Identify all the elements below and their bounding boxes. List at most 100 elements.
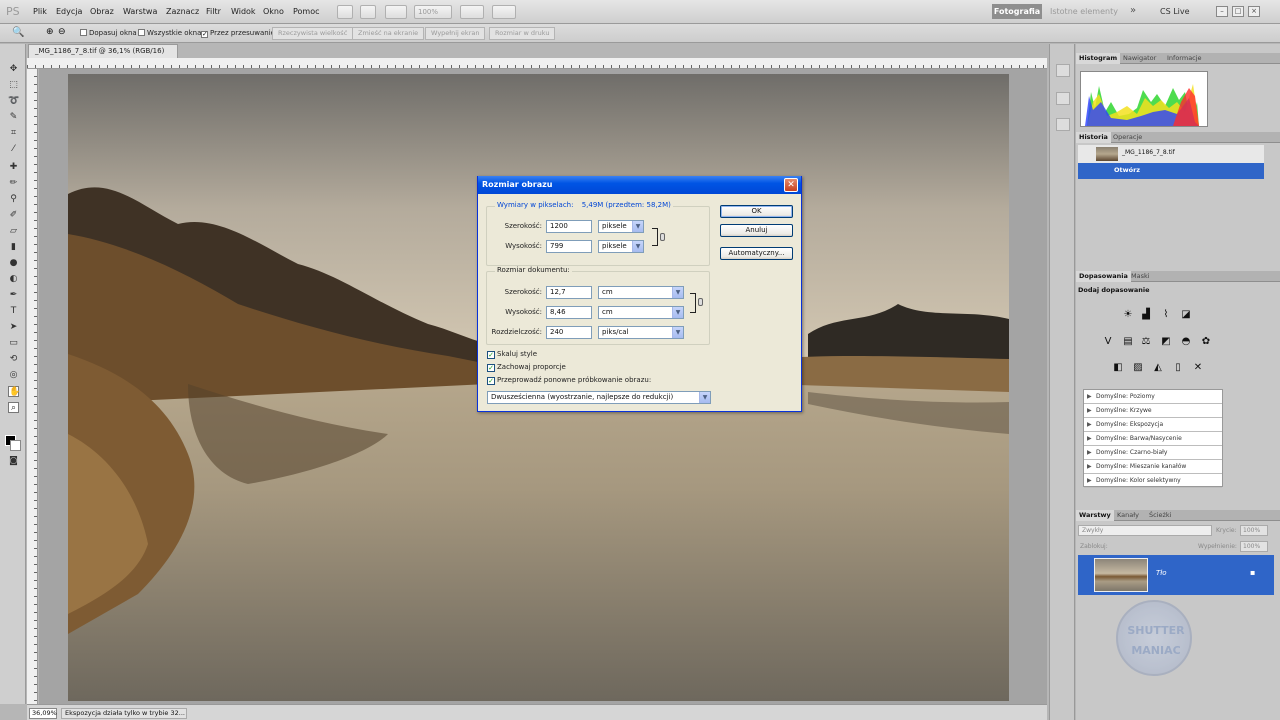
threshold-icon[interactable]: ◭ [1152,362,1164,374]
gradient-tool-icon[interactable]: ▮ [8,242,19,253]
ok-button[interactable]: OK [720,205,793,218]
minimize-icon[interactable]: – [1216,6,1228,17]
quick-select-icon[interactable]: ✎ [8,112,19,123]
quick-mask-icon[interactable]: ◙ [8,456,19,467]
scrubby-zoom-check[interactable]: ✓ Przez przesuwanie [201,29,275,38]
posterize-icon[interactable]: ▨ [1132,362,1144,374]
doc-height-input[interactable]: 8,46 [546,306,592,319]
3d-rotate-icon[interactable]: ⟲ [8,354,19,365]
all-windows-check[interactable]: Wszystkie okna [138,29,201,37]
brightness-icon[interactable]: ☀ [1122,309,1134,321]
tab-paths[interactable]: Ścieżki [1146,510,1175,521]
tab-masks[interactable]: Maski [1128,271,1153,282]
zoom-tool-box-icon[interactable]: ⌕ [8,402,19,413]
fill-field[interactable]: 100% [1240,541,1268,552]
preset-black-white[interactable]: ▶ Domyślne: Czarno-biały [1084,446,1222,460]
fill-screen-button[interactable]: Wypełnij ekran [425,27,486,40]
minibridge-button[interactable] [360,5,376,19]
resample-checkbox[interactable]: ✓ Przeprowadź ponowne próbkowanie obrazu: [487,376,651,385]
actual-pixels-button[interactable]: Rzeczywista wielkość [272,27,354,40]
tab-adjustments[interactable]: Dopasowania [1076,271,1131,282]
exposure-icon[interactable]: ◪ [1180,309,1192,321]
menu-help[interactable]: Pomoc [293,7,320,16]
tab-histogram[interactable]: Histogram [1076,53,1121,64]
type-tool-icon[interactable]: T [8,306,19,317]
invert-icon[interactable]: ◧ [1112,362,1124,374]
menu-window[interactable]: Okno [263,7,284,16]
levels-icon[interactable]: ▟ [1140,309,1152,321]
eyedropper-icon[interactable]: ⁄ [8,144,19,155]
blend-mode-select[interactable]: Zwykły [1078,525,1212,536]
doc-width-input[interactable]: 12,7 [546,286,592,299]
menu-file[interactable]: Plik [33,7,47,16]
dialog-close-icon[interactable]: ✕ [784,178,798,192]
doc-height-unit[interactable]: cm ▼ [598,306,684,319]
marquee-tool-icon[interactable]: ⬚ [8,80,19,91]
tab-layers[interactable]: Warstwy [1076,510,1114,521]
selective-color-icon[interactable]: ✕ [1192,362,1204,374]
opacity-field[interactable]: 100% [1240,525,1268,536]
preset-exposure[interactable]: ▶ Domyślne: Ekspozycja [1084,418,1222,432]
screen-mode-button[interactable] [492,5,516,19]
zoom-out-icon[interactable]: ⊖ [58,27,66,37]
print-size-button[interactable]: Rozmiar w druku [489,27,556,40]
zoom-in-icon[interactable]: ⊕ [46,27,54,37]
preset-levels[interactable]: ▶ Domyślne: Poziomy [1084,390,1222,404]
menu-image[interactable]: Obraz [90,7,114,16]
crop-tool-icon[interactable]: ⌗ [8,128,19,139]
bridge-button[interactable] [337,5,353,19]
cs-live-button[interactable]: CS Live [1160,7,1190,16]
move-tool-icon[interactable]: ✥ [8,64,19,75]
lasso-tool-icon[interactable]: ➰ [8,96,19,107]
tab-info[interactable]: Informacje [1164,53,1205,64]
hand-tool-icon[interactable]: ✋ [8,386,20,397]
tab-channels[interactable]: Kanały [1114,510,1142,521]
background-color-swatch[interactable] [10,440,21,451]
curves-icon[interactable]: ⌇ [1160,309,1172,321]
hue-sat-icon[interactable]: ▤ [1122,336,1134,348]
preset-channel-mixer[interactable]: ▶ Domyślne: Mieszanie kanałów [1084,460,1222,474]
history-step-open[interactable]: Otwórz [1078,163,1264,179]
constrain-proportions-checkbox[interactable]: ✓ Zachowaj proporcje [487,363,566,372]
view-extras-button[interactable] [385,5,407,19]
black-white-icon[interactable]: ◩ [1160,336,1172,348]
blur-tool-icon[interactable]: ● [8,258,19,269]
layer-background[interactable]: Tło ▪ [1078,555,1274,595]
workspace-essentials[interactable]: Istotne elementy [1050,7,1118,16]
gradient-map-icon[interactable]: ▯ [1172,362,1184,374]
preset-hue-saturation[interactable]: ▶ Domyślne: Barwa/Nasycenie [1084,432,1222,446]
workspace-more[interactable]: » [1130,5,1136,16]
menu-select[interactable]: Zaznacz [166,7,199,16]
menu-edit[interactable]: Edycja [56,7,82,16]
clone-stamp-icon[interactable]: ⚲ [8,194,19,205]
zoom-level-select[interactable]: 100% [414,5,452,19]
workspace-photography[interactable]: Fotografia [992,4,1042,19]
zoom-field[interactable]: 36,09% [29,708,57,719]
resize-windows-check[interactable]: Dopasuj okna [80,29,137,37]
channel-mixer-icon[interactable]: ✿ [1200,336,1212,348]
maximize-icon[interactable]: □ [1232,6,1244,17]
vibrance-icon[interactable]: V [1102,336,1114,348]
status-info[interactable]: Ekspozycja działa tylko w trybie 32... [61,708,187,719]
resample-method-select[interactable]: Dwusześcienna (wyostrzanie, najlepsze do… [487,391,711,404]
history-snapshot[interactable]: _MG_1186_7_8.tif [1078,145,1264,163]
pixel-height-unit[interactable]: piksele ▼ [598,240,644,253]
brush-tool-icon[interactable]: ✏ [8,178,19,189]
path-select-icon[interactable]: ➤ [8,322,19,333]
close-icon[interactable]: × [1248,6,1260,17]
dodge-tool-icon[interactable]: ◐ [8,274,19,285]
tab-navigator[interactable]: Nawigator [1120,53,1159,64]
color-balance-icon[interactable]: ⚖ [1140,336,1152,348]
menu-filter[interactable]: Filtr [206,7,221,16]
eraser-tool-icon[interactable]: ▱ [8,226,19,237]
cancel-button[interactable]: Anuluj [720,224,793,237]
pen-tool-icon[interactable]: ✒ [8,290,19,301]
3d-orbit-icon[interactable]: ◎ [8,370,19,381]
pixel-width-unit[interactable]: piksele ▼ [598,220,644,233]
menu-view[interactable]: Widok [231,7,256,16]
history-brush-icon[interactable]: ✐ [8,210,19,221]
fit-screen-button[interactable]: Zmieść na ekranie [352,27,425,40]
resolution-input[interactable]: 240 [546,326,592,339]
preset-selective-color[interactable]: ▶ Domyślne: Kolor selektywny [1084,474,1222,488]
auto-button[interactable]: Automatyczny... [720,247,793,260]
